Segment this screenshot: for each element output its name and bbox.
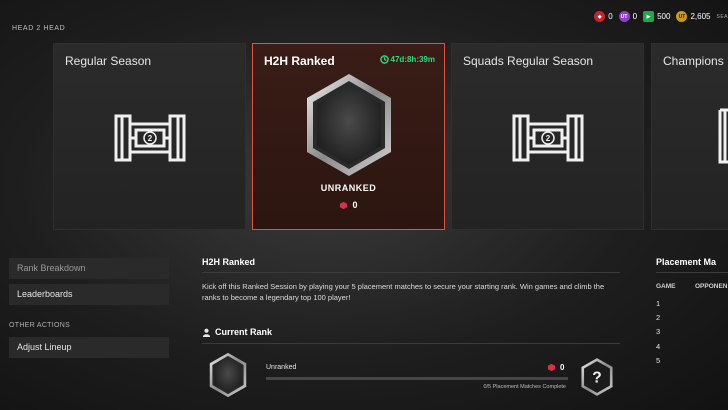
currency-coins: UT 2,605 — [676, 11, 710, 22]
game-row: 5 — [656, 355, 661, 365]
mode-card-title: Squads Regular Season — [463, 54, 594, 68]
svg-text:2: 2 — [147, 134, 152, 143]
game-row: 1 — [656, 299, 661, 308]
next-rank-badge-icon: ? — [581, 358, 613, 396]
placement-matches-title: Placement Ma — [656, 257, 717, 267]
game-row: 2 — [656, 313, 661, 323]
h2h-logo-icon — [718, 108, 728, 164]
person-icon — [202, 328, 211, 337]
col-header-game: GAME — [656, 283, 676, 290]
current-rank-name: Unranked — [266, 364, 297, 371]
currency-ut: UT 0 — [618, 11, 638, 22]
rp-icon: ◆ — [594, 11, 606, 22]
divider — [202, 343, 620, 344]
currency-bar: ◆ 0 UT 0 ▶ 500 UT 2,605 SEA — [594, 11, 728, 22]
currency-points-value: 500 — [657, 12, 671, 21]
currency-coins-value: 2,605 — [690, 12, 711, 21]
season-tag: SEA — [716, 13, 728, 20]
currency-rp: ◆ 0 — [594, 11, 613, 22]
ut-icon: UT — [618, 11, 630, 22]
rank-points: 0 — [253, 200, 444, 210]
currency-ut-value: 0 — [632, 12, 638, 21]
current-rank-label: Current Rank — [215, 327, 273, 337]
rank-points-icon — [340, 201, 348, 209]
leaderboards-button[interactable]: Leaderboards — [9, 284, 169, 305]
other-actions-heading: OTHER ACTIONS — [9, 322, 71, 329]
placement-games-list: 1 2 3 4 5 — [656, 297, 660, 368]
rank-points-value: 0 — [352, 200, 358, 210]
game-row: 3 — [656, 327, 661, 337]
timer-icon — [379, 55, 389, 64]
game-row: 4 — [656, 341, 661, 351]
currency-points: ▶ 500 — [643, 11, 670, 22]
mode-card-champions[interactable]: Champions — [651, 43, 728, 230]
season-timer: 47d:8h:39m — [379, 55, 435, 64]
rank-breakdown-button[interactable]: Rank Breakdown — [9, 258, 169, 279]
unranked-badge-icon — [306, 74, 391, 176]
mode-card-title: H2H Ranked — [264, 54, 335, 68]
mode-card-h2h-ranked[interactable]: H2H Ranked 47d:8h:39m UNRANKED 0 — [252, 43, 445, 230]
timer-value: 47d:8h:39m — [390, 55, 435, 64]
col-header-opponent: OPPONEN — [695, 283, 728, 290]
h2h-logo-icon: 2 — [512, 114, 583, 162]
current-rank-badge-icon — [209, 352, 247, 398]
h2h-logo-icon: 2 — [114, 114, 185, 162]
placement-progress-bar — [266, 377, 568, 380]
next-rank-symbol: ? — [592, 370, 601, 387]
detail-title: H2H Ranked — [202, 257, 256, 267]
mode-card-title: Champions — [663, 54, 724, 68]
detail-description: Kick off this Ranked Session by playing … — [202, 282, 605, 302]
svg-text:2: 2 — [545, 134, 550, 143]
coin-icon: UT — [676, 11, 688, 22]
mode-card-regular-season[interactable]: Regular Season 2 — [53, 43, 246, 230]
mode-card-title: Regular Season — [65, 54, 152, 68]
divider — [656, 272, 728, 273]
mode-card-squads-regular-season[interactable]: Squads Regular Season 2 — [451, 43, 644, 230]
currency-rp-value: 0 — [608, 12, 613, 21]
current-rank-points-value: 0 — [560, 363, 565, 372]
divider — [202, 272, 620, 273]
rank-points-icon — [547, 363, 556, 372]
placement-progress-text: 0/5 Placement Matches Complete — [483, 384, 566, 390]
mode-breadcrumb: HEAD 2 HEAD — [12, 25, 66, 32]
rank-name: UNRANKED — [320, 183, 377, 193]
current-rank-points: 0 — [547, 363, 564, 372]
current-rank-heading: Current Rank — [202, 327, 272, 337]
adjust-lineup-button[interactable]: Adjust Lineup — [9, 337, 169, 358]
points-icon: ▶ — [643, 11, 655, 22]
